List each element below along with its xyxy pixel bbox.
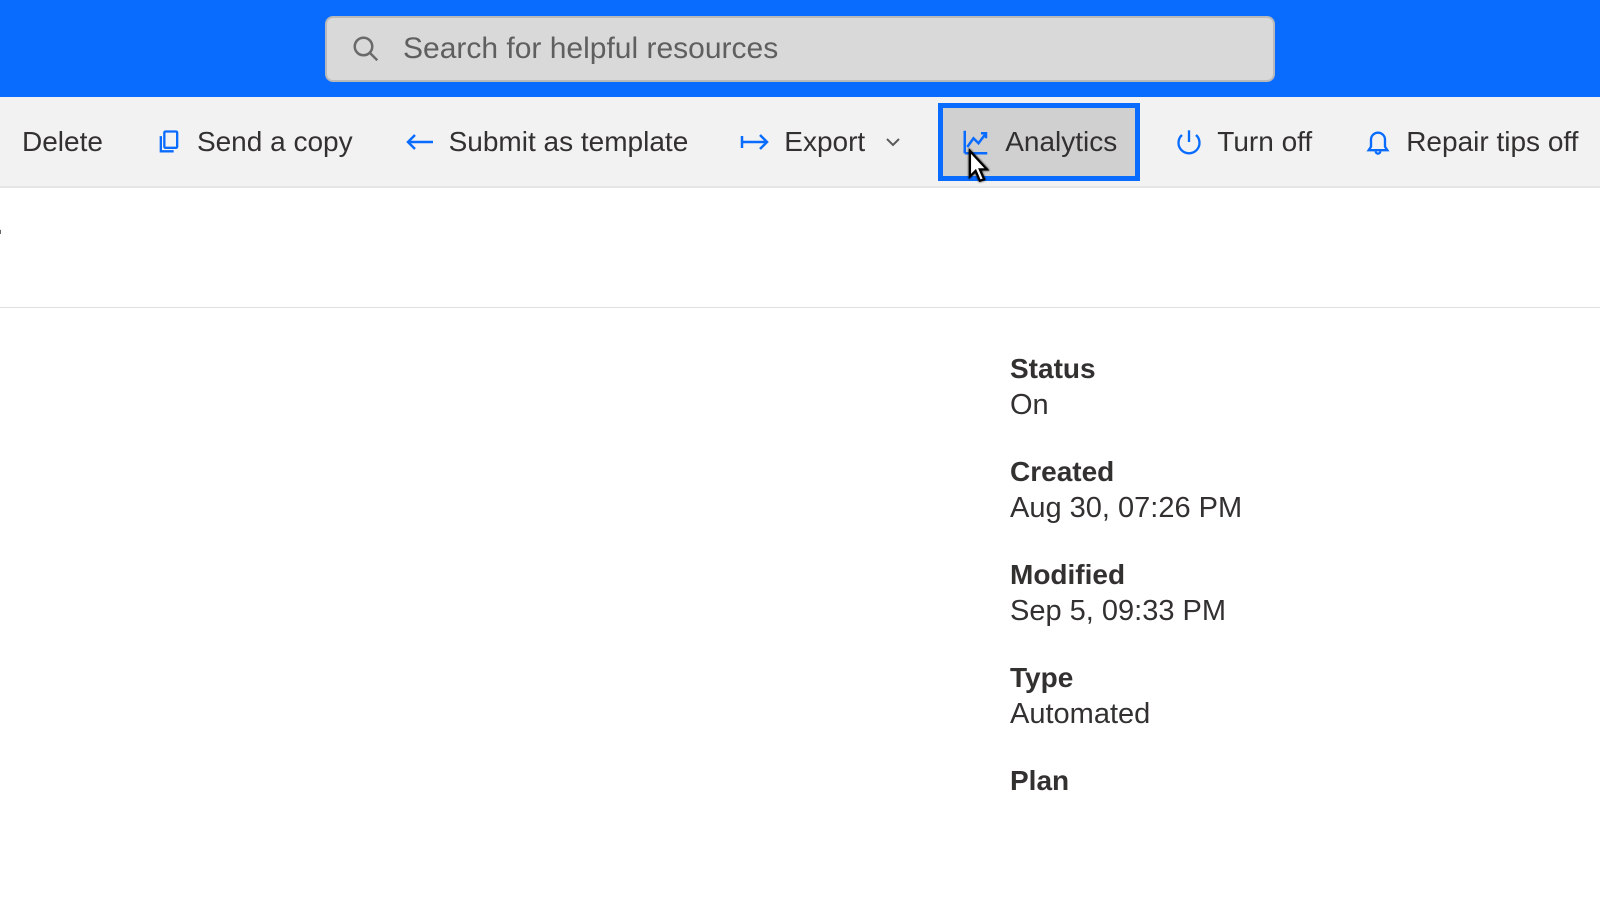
power-icon — [1175, 128, 1203, 156]
heading-row: r — [0, 188, 1600, 308]
status-field: Status On — [1010, 353, 1242, 422]
search-input[interactable] — [403, 32, 1249, 66]
submit-template-button[interactable]: Submit as template — [393, 118, 701, 166]
send-copy-button[interactable]: Send a copy — [143, 118, 365, 166]
repair-tips-button[interactable]: Repair tips off — [1352, 118, 1590, 166]
content-area: Status On Created Aug 30, 07:26 PM Modif… — [0, 308, 1600, 831]
send-copy-label: Send a copy — [197, 126, 353, 158]
left-pane — [0, 308, 1010, 831]
submit-template-label: Submit as template — [449, 126, 689, 158]
analytics-label: Analytics — [1005, 126, 1117, 158]
modified-field: Modified Sep 5, 09:33 PM — [1010, 559, 1242, 628]
created-field: Created Aug 30, 07:26 PM — [1010, 456, 1242, 525]
turn-off-button[interactable]: Turn off — [1163, 118, 1324, 166]
search-icon — [351, 34, 381, 64]
type-value: Automated — [1010, 698, 1242, 731]
export-label: Export — [784, 126, 865, 158]
top-banner — [0, 0, 1600, 97]
delete-button[interactable]: Delete — [10, 118, 115, 166]
modified-value: Sep 5, 09:33 PM — [1010, 595, 1242, 628]
created-label: Created — [1010, 456, 1242, 488]
command-bar: Delete Send a copy Submit as template Ex… — [0, 97, 1600, 188]
modified-label: Modified — [1010, 559, 1242, 591]
turn-off-label: Turn off — [1217, 126, 1312, 158]
delete-label: Delete — [22, 126, 103, 158]
repair-tips-label: Repair tips off — [1406, 126, 1578, 158]
details-pane: Status On Created Aug 30, 07:26 PM Modif… — [1010, 308, 1242, 831]
created-value: Aug 30, 07:26 PM — [1010, 492, 1242, 525]
analytics-button[interactable]: Analytics — [943, 108, 1135, 176]
export-icon — [740, 132, 770, 152]
type-field: Type Automated — [1010, 662, 1242, 731]
copy-icon — [155, 128, 183, 156]
chevron-down-icon — [883, 132, 903, 152]
status-value: On — [1010, 389, 1242, 422]
plan-label: Plan — [1010, 765, 1242, 797]
page-title-fragment: r — [0, 218, 1, 257]
export-button[interactable]: Export — [728, 118, 915, 166]
arrow-left-icon — [405, 132, 435, 152]
status-label: Status — [1010, 353, 1242, 385]
bell-icon — [1364, 128, 1392, 156]
plan-field: Plan — [1010, 765, 1242, 797]
analytics-icon — [961, 127, 991, 157]
type-label: Type — [1010, 662, 1242, 694]
search-box[interactable] — [325, 16, 1275, 82]
